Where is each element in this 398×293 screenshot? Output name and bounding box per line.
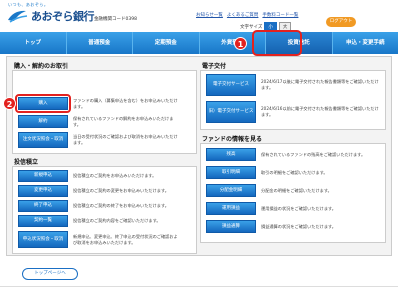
loss-offset-button[interactable]: 損益通算 [206,220,256,233]
dividend-detail-button[interactable]: 分配金明細 [206,184,256,197]
profit-loss-row: 運用損益 運用損益の状況をご確認いただけます。 [206,202,379,215]
balance-button[interactable]: 残高 [206,148,256,161]
callout-2: 2 [3,97,16,110]
dividend-detail-desc: 分配金の明細をご確認いただけます。 [261,187,332,193]
transaction-detail-desc: 取引の明細をご確認いただけます。 [261,169,328,175]
faq-link[interactable]: よくあるご質問 [227,12,259,18]
old-edelivery-desc: 2024/6/16以前に電子交付された報告書類等をご確認いただけます。 [261,106,379,117]
contract-list-button[interactable]: 契約一覧 [18,215,68,227]
dividend-detail-row: 分配金明細 分配金の明細をご確認いただけます。 [206,184,379,197]
fee-code-link[interactable]: 手数料コード一覧 [262,12,298,18]
edelivery-row: 電子交付サービス 2024/6/17以後に電子交付された報告書類等をご確認いただ… [206,74,379,96]
edelivery-section-title: 電子交付 [202,63,227,70]
contract-list-row: 契約一覧 投信積立のご契約内容をご確認いただけます。 [18,215,181,227]
trade-section-title: 購入・解約のお取引 [14,63,69,70]
buy-highlight-box [15,94,71,113]
sell-button[interactable]: 解約 [18,115,68,128]
site-header: いつも、あおぞら。 あおぞら銀行 金融機関コード0398 お知らせ一覧 よくある… [0,0,398,32]
end-application-desc: 投信積立のご契約の終了をお申込みいただけます。 [73,203,169,209]
top-page-link[interactable]: トップページへ [22,268,78,280]
global-nav: トップ 普通預金 定期預金 外貨預金 投資信託 申込・変更手続 [0,32,398,54]
application-status-button[interactable]: 申込状況照会・取消 [18,231,68,248]
change-application-desc: 投信積立のご契約の変更をお申込みいただけます。 [73,188,169,194]
bank-name: あおぞら銀行 [31,10,95,23]
old-edelivery-row: 旧）電子交付サービス 2024/6/16以前に電子交付された報告書類等をご確認い… [206,101,379,123]
accumulation-section-title: 投信積立 [14,159,39,166]
edelivery-button[interactable]: 電子交付サービス [206,74,256,96]
balance-row: 残高 保有されているファンドの残高をご確認いただけます。 [206,148,379,161]
application-status-row: 申込状況照会・取消 新規申込、変更申込、終了申込の受付状況のご確認および取消をお… [18,231,181,248]
nav-savings[interactable]: 普通預金 [67,32,133,54]
transaction-detail-button[interactable]: 取引明細 [206,166,256,179]
old-edelivery-button[interactable]: 旧）電子交付サービス [206,101,256,123]
news-link[interactable]: お知らせ一覧 [196,12,223,18]
transaction-detail-row: 取引明細 取引の明細をご確認いただけます。 [206,166,379,179]
footer-divider [0,286,398,287]
new-application-desc: 投信積立のご契約をお申込みいただけます。 [73,173,157,179]
nav-time-deposit[interactable]: 定期預金 [133,32,200,54]
bank-logo[interactable]: あおぞら銀行 [6,8,95,24]
loss-offset-row: 損益通算 損益通算の状況をご確認いただけます。 [206,220,379,233]
sell-desc: 保有されているファンドの解約をお申込みいただけます。 [73,115,174,127]
new-application-button[interactable]: 新規申込 [18,170,68,182]
nav-applications[interactable]: 申込・変更手続 [333,32,398,54]
logout-button[interactable]: ログアウト [326,17,356,27]
nav-highlight-box [252,30,302,56]
order-status-row: 注文状況照会・取消 当日の受付状況のご確認および取消をお申込みいただけます。 [18,132,181,148]
profit-loss-desc: 運用損益の状況をご確認いただけます。 [261,205,336,211]
balance-desc: 保有されているファンドの残高をご確認いただけます。 [261,151,366,157]
buy-desc: ファンドの購入（募集申込を含む）をお申込みいただけます。 [73,97,178,109]
new-application-row: 新規申込 投信積立のご契約をお申込みいただけます。 [18,170,181,182]
nav-top[interactable]: トップ [0,32,67,54]
order-status-button[interactable]: 注文状況照会・取消 [18,132,68,148]
profit-loss-button[interactable]: 運用損益 [206,202,256,215]
end-application-button[interactable]: 終了申込 [18,200,68,212]
end-application-row: 終了申込 投信積立のご契約の終了をお申込みいただけます。 [18,200,181,212]
fund-info-section-title: ファンドの情報を見る [202,136,263,143]
contract-list-desc: 投信積立のご契約内容をご確認いただけます。 [73,218,161,224]
utility-links: お知らせ一覧 よくあるご質問 手数料コード一覧 [196,12,298,18]
sell-row: 解約 保有されているファンドの解約をお申込みいただけます。 [18,115,181,128]
edelivery-desc: 2024/6/17以後に電子交付された報告書類等をご確認いただけます。 [261,79,379,90]
application-status-desc: 新規申込、変更申込、終了申込の受付状況のご確認および取消をお申込みいただけます。 [73,233,178,245]
callout-1: 1 [234,37,247,50]
bank-logo-icon [8,10,28,23]
change-application-row: 変更申込 投信積立のご契約の変更をお申込みいただけます。 [18,185,181,197]
bank-code: 金融機関コード0398 [94,17,137,22]
loss-offset-desc: 損益通算の状況をご確認いただけます。 [261,223,336,229]
change-application-button[interactable]: 変更申込 [18,185,68,197]
order-status-desc: 当日の受付状況のご確認および取消をお申込みいただけます。 [73,134,178,145]
